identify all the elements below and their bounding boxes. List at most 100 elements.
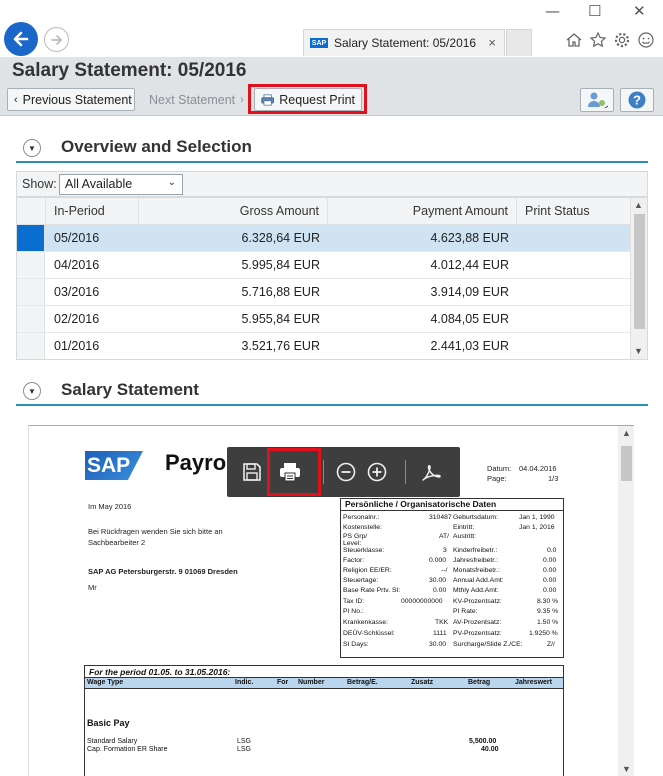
previous-statement-button[interactable]: ‹ Previous Statement: [7, 88, 135, 111]
personalization-button[interactable]: [580, 88, 614, 112]
toolbar-divider: [405, 460, 406, 484]
wage-column-header: Zusatz: [411, 679, 434, 686]
chevron-left-icon: ‹: [14, 93, 18, 106]
zoom-in-button[interactable]: [364, 459, 390, 485]
row-selector[interactable]: [17, 279, 45, 305]
new-tab-button[interactable]: [506, 29, 532, 56]
table-row[interactable]: 03/2016 5.716,88 EUR 3.914,09 EUR: [17, 279, 631, 306]
scrollbar-thumb[interactable]: [634, 214, 645, 329]
scrollbar-thumb[interactable]: [621, 446, 632, 481]
zoom-out-button[interactable]: [333, 459, 359, 485]
personal-data-row: Kostenstelle: Eintritt: Jan 1, 2016: [343, 524, 555, 531]
cell-payment: 4.084,05 EUR: [430, 312, 509, 326]
column-header-in-period[interactable]: In-Period: [46, 198, 139, 225]
pdf-scrollbar[interactable]: ▲ ▼: [618, 426, 634, 776]
collapse-toggle-icon[interactable]: ▼: [23, 382, 41, 400]
cell-period: 02/2016: [54, 312, 100, 326]
favorites-star-icon[interactable]: [588, 30, 608, 50]
salutation: Mr: [88, 583, 97, 592]
browser-chrome: — ☐ ✕ SAP Salary Statement: 05/2016 ×: [0, 0, 663, 57]
chevron-right-icon: ›: [240, 93, 244, 106]
column-header-payment-amount[interactable]: Payment Amount: [328, 198, 517, 225]
page-label: Page:: [487, 474, 507, 483]
date-label: Datum:: [487, 464, 512, 473]
contact-line: Bei Rückfragen wenden Sie sich bitte an: [88, 527, 223, 536]
sap-favicon-icon: SAP: [310, 38, 328, 48]
tab-title: Salary Statement: 05/2016: [334, 36, 477, 50]
wage-column-header: Betrag/E.: [347, 679, 378, 686]
personal-data-row: Personalnr.: 310487 Geburtsdatum: Jan 1, 19…: [343, 514, 555, 521]
scroll-up-icon[interactable]: ▲: [634, 200, 643, 210]
next-statement-button[interactable]: Next Statement ›: [142, 88, 245, 111]
overview-section-title: Overview and Selection: [61, 137, 252, 156]
row-selector[interactable]: [17, 252, 45, 278]
pdf-toolbar: [227, 447, 460, 497]
cell-period: 05/2016: [54, 231, 100, 245]
document-heading: Payro: [165, 450, 227, 475]
acrobat-icon: [422, 465, 441, 481]
help-button[interactable]: ?: [620, 88, 654, 112]
wage-column-header: Wage Type: [87, 679, 124, 686]
column-header-gross-amount[interactable]: Gross Amount: [139, 198, 328, 225]
settings-gear-icon[interactable]: [612, 30, 632, 50]
row-selector[interactable]: [17, 333, 45, 359]
browser-tab[interactable]: SAP Salary Statement: 05/2016 ×: [303, 29, 505, 56]
scroll-up-icon[interactable]: ▲: [622, 428, 631, 438]
cell-status: [517, 225, 631, 251]
filter-bar: Show: All Available ⌄: [16, 171, 648, 197]
table-row[interactable]: 02/2016 5.955,84 EUR 4.084,05 EUR: [17, 306, 631, 333]
toolbar-divider: [323, 460, 324, 484]
save-icon: [243, 463, 261, 481]
page-title: Salary Statement: 05/2016: [12, 60, 247, 81]
cell-status: [517, 306, 631, 332]
statements-table: In-Period Gross Amount Payment Amount Pr…: [16, 197, 648, 360]
show-dropdown[interactable]: All Available ⌄: [59, 174, 183, 195]
table-scrollbar[interactable]: ▲ ▼: [630, 198, 647, 359]
arrow-right-icon: [50, 34, 62, 45]
cell-period: 03/2016: [54, 285, 100, 299]
table-row[interactable]: 01/2016 3.521,76 EUR 2.441,03 EUR: [17, 333, 631, 359]
personal-data-box: Persönliche / Organisatorische Daten Per…: [340, 498, 564, 658]
table-row[interactable]: 05/2016 6.328,64 EUR 4.623,88 EUR: [17, 225, 631, 252]
row-selector[interactable]: [17, 306, 45, 332]
personal-data-row: Factor: 0.000 Jahresfreibetr.: 0.00: [343, 557, 557, 564]
personal-data-row: Krankenkasse: TKK AV-Prozentsatz: 1.50 %: [343, 619, 559, 626]
chevron-down-icon: ⌄: [167, 177, 176, 188]
row-selector[interactable]: [17, 225, 45, 251]
period-title: For the period 01.05. to 31.05.2016:: [85, 666, 563, 678]
back-button[interactable]: [4, 22, 38, 56]
personal-data-row: Steuertage: 30.00 Annual Add.Amt: 0.00: [343, 577, 557, 584]
forward-button[interactable]: [44, 27, 69, 52]
tab-close-icon[interactable]: ×: [488, 35, 496, 50]
overview-section-header: ▼ Overview and Selection: [16, 129, 648, 163]
window-close-icon[interactable]: ✕: [633, 2, 646, 20]
scroll-down-icon[interactable]: ▼: [634, 346, 643, 356]
statement-section-header: ▼ Salary Statement: [16, 372, 648, 406]
table-row[interactable]: 04/2016 5.995,84 EUR 4.012,44 EUR: [17, 252, 631, 279]
statement-section-title: Salary Statement: [61, 380, 199, 399]
user-settings-icon: [588, 92, 608, 109]
show-dropdown-value: All Available: [65, 177, 133, 191]
open-in-acrobat-button[interactable]: [418, 459, 444, 485]
save-pdf-button[interactable]: [239, 459, 265, 485]
sap-logo: SAP: [85, 451, 143, 480]
column-header-print-status[interactable]: Print Status: [517, 198, 631, 225]
cell-payment: 2.441,03 EUR: [430, 339, 509, 353]
personal-data-heading: Persönliche / Organisatorische Daten: [341, 499, 563, 511]
date-value: 04.04.2016: [519, 464, 557, 473]
pdf-print-highlight-box: [267, 448, 321, 496]
collapse-toggle-icon[interactable]: ▼: [23, 139, 41, 157]
wage-column-header: For: [277, 679, 289, 686]
smiley-feedback-icon[interactable]: [636, 30, 656, 50]
wage-column-header: Number: [298, 679, 325, 686]
cell-payment: 3.914,09 EUR: [430, 285, 509, 299]
cell-gross: 5.716,88 EUR: [241, 285, 320, 299]
scroll-down-icon[interactable]: ▼: [622, 764, 631, 774]
arrow-left-icon: [13, 31, 29, 47]
wage-column-header: Indic.: [235, 679, 254, 686]
home-icon[interactable]: [564, 30, 584, 50]
table-select-all-header[interactable]: [17, 198, 46, 225]
cell-gross: 3.521,76 EUR: [241, 339, 320, 353]
minimize-icon[interactable]: —: [545, 2, 560, 20]
maximize-icon[interactable]: ☐: [588, 2, 601, 20]
